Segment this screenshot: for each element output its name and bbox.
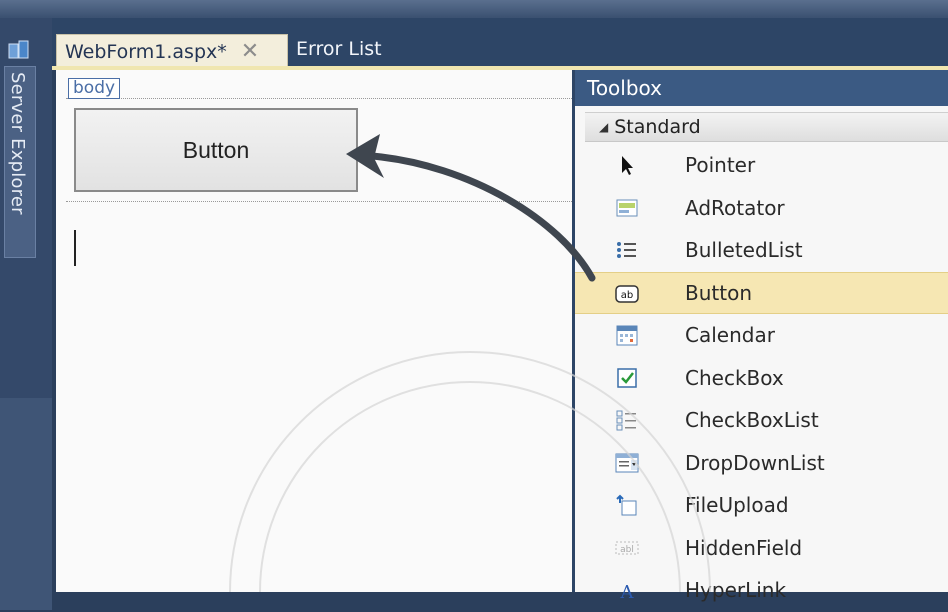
rail-lower-panel <box>0 398 52 610</box>
hiddenfield-icon: abl <box>615 541 639 555</box>
toolbox-item-checkboxlist[interactable]: CheckBoxList <box>575 399 948 442</box>
collapse-arrow-icon: ◢ <box>599 120 609 134</box>
tab-webform1[interactable]: WebForm1.aspx* ✕ <box>56 34 288 68</box>
toolbox-item-label: CheckBoxList <box>685 408 819 433</box>
toolbox-item-calendar[interactable]: Calendar <box>575 314 948 357</box>
toolbox-item-label: HiddenField <box>685 535 803 560</box>
svg-text:abl: abl <box>620 545 634 555</box>
svg-text:ab: ab <box>621 290 633 301</box>
toolbox-item-dropdownlist[interactable]: DropDownList <box>575 442 948 485</box>
toolbox-item-list: Pointer AdRotator BulletedList ab Button… <box>575 144 948 612</box>
pointer-icon <box>622 156 633 175</box>
toolbox-item-bulletedlist[interactable]: BulletedList <box>575 229 948 272</box>
toolbox-item-label: AdRotator <box>685 195 785 220</box>
toolbox-panel: Toolbox ◢ Standard Pointer AdRotator Bul… <box>572 70 948 602</box>
hyperlink-icon: A <box>620 582 635 602</box>
toolbox-item-label: DropDownList <box>685 450 825 475</box>
toolbox-item-button[interactable]: ab Button <box>575 271 948 314</box>
server-explorer-icon <box>8 40 29 59</box>
close-icon[interactable]: ✕ <box>241 40 259 63</box>
bulletedlist-icon <box>617 242 636 258</box>
left-side-rail: Server Explorer <box>0 18 52 610</box>
checkboxlist-icon <box>616 410 636 431</box>
toolbox-item-label: Calendar <box>685 323 775 348</box>
toolbox-item-label: BulletedList <box>685 238 803 263</box>
toolbox-item-label: CheckBox <box>685 365 784 390</box>
standard-group-label: Standard <box>614 116 701 138</box>
window-top-strip <box>0 0 948 18</box>
design-surface[interactable]: body Button <box>56 70 576 592</box>
toolbox-item-hyperlink[interactable]: A HyperLink <box>575 569 948 612</box>
dropped-button-control[interactable]: Button <box>74 108 358 192</box>
toolbox-item-fileupload[interactable]: FileUpload <box>575 484 948 527</box>
text-caret <box>74 230 76 266</box>
toolbox-item-label: Pointer <box>685 153 756 178</box>
adrotator-icon <box>616 199 638 216</box>
toolbox-item-label: Button <box>685 280 752 305</box>
toolbox-item-adrotator[interactable]: AdRotator <box>575 187 948 230</box>
tab-error-list[interactable]: Error List <box>296 38 382 66</box>
toolbox-item-checkbox[interactable]: CheckBox <box>575 357 948 400</box>
svg-text:A: A <box>620 582 635 602</box>
fileupload-icon <box>616 494 637 516</box>
button-icon: ab <box>615 284 639 303</box>
checkbox-icon <box>617 367 637 388</box>
toolbox-item-pointer[interactable]: Pointer <box>575 144 948 187</box>
toolbox-title: Toolbox <box>575 70 948 106</box>
dropdownlist-icon <box>615 453 639 472</box>
toolbox-item-label: HyperLink <box>685 578 787 603</box>
body-tag-label[interactable]: body <box>68 78 121 99</box>
document-tab-row: WebForm1.aspx* ✕ Error List <box>52 18 948 68</box>
toolbox-item-label: FileUpload <box>685 493 789 518</box>
toolbox-item-hiddenfield[interactable]: abl HiddenField <box>575 527 948 570</box>
standard-group-header[interactable]: ◢ Standard <box>585 112 948 142</box>
tab-webform1-label: WebForm1.aspx* <box>65 40 227 63</box>
calendar-icon <box>616 325 638 346</box>
server-explorer-label: Server Explorer <box>7 72 28 215</box>
